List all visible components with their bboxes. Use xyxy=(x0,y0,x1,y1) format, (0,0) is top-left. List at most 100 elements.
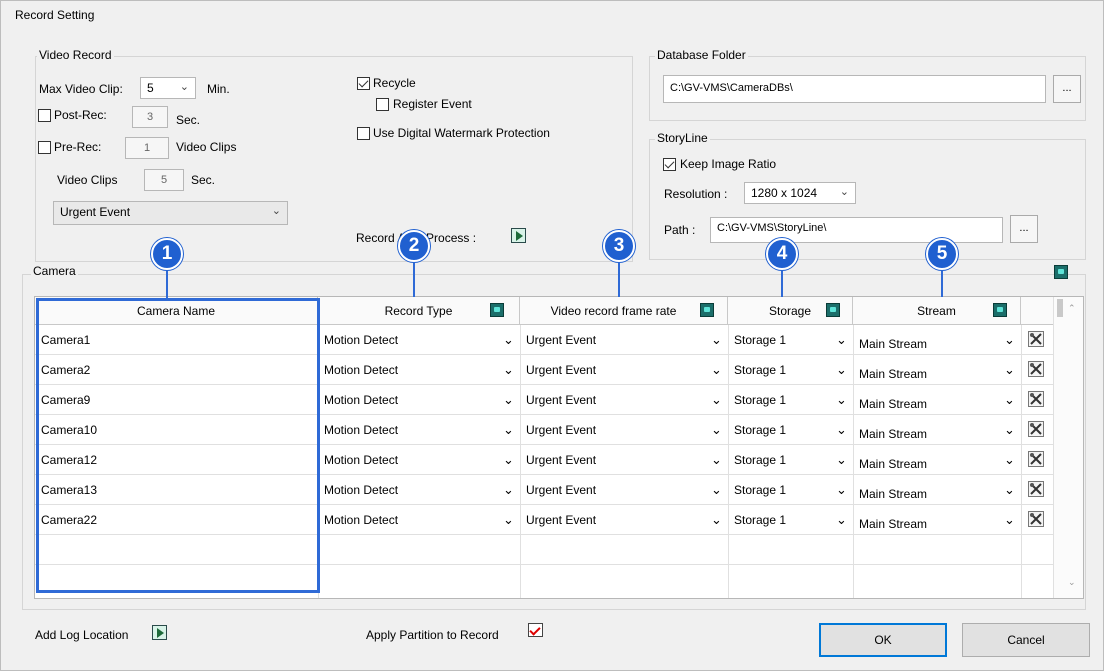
chevron-down-icon: ⌄ xyxy=(711,452,722,467)
tool-settings-icon[interactable] xyxy=(1028,421,1044,437)
video-record-group xyxy=(35,56,633,262)
storyline-path-input[interactable]: C:\GV-VMS\StoryLine\ xyxy=(710,217,1003,243)
badge-1: 1 xyxy=(151,238,183,270)
column-header-storage[interactable]: Storage xyxy=(728,297,853,325)
record-after-process-play-icon[interactable] xyxy=(511,228,526,243)
stream-select[interactable]: Main Stream xyxy=(853,445,1003,475)
storage-select[interactable]: Storage 1 xyxy=(728,355,828,385)
chevron-down-icon: ⌄ xyxy=(836,512,847,527)
record-type-select[interactable]: Motion Detect xyxy=(318,325,498,355)
video-record-group-label: Video Record xyxy=(37,48,114,62)
camera-settings-icon[interactable] xyxy=(1054,265,1068,279)
chevron-down-icon: ⌄ xyxy=(836,482,847,497)
database-folder-label: Database Folder xyxy=(655,48,748,62)
frame-rate-select[interactable]: Urgent Event xyxy=(520,475,700,505)
chevron-down-icon: ⌄ xyxy=(836,422,847,437)
register-event-checkbox[interactable] xyxy=(376,98,389,111)
storyline-browse-button[interactable]: ... xyxy=(1010,215,1038,243)
camera-group-label: Camera xyxy=(31,264,78,278)
cancel-button[interactable]: Cancel xyxy=(962,623,1090,657)
chevron-down-icon: ⌄ xyxy=(836,452,847,467)
record-type-header-label: Record Type xyxy=(384,304,453,318)
frame-rate-select[interactable]: Urgent Event xyxy=(520,445,700,475)
record-type-select[interactable]: Motion Detect xyxy=(318,475,498,505)
badge-3-connector xyxy=(618,263,620,297)
frame-rate-select[interactable]: Urgent Event xyxy=(520,325,700,355)
chevron-down-icon: ⌄ xyxy=(1004,482,1015,497)
record-type-select[interactable]: Motion Detect xyxy=(318,415,498,445)
stream-apply-icon[interactable] xyxy=(993,303,1007,317)
frame-rate-select[interactable]: Urgent Event xyxy=(520,505,700,535)
event-type-select[interactable]: Urgent Event ⌄ xyxy=(53,201,288,225)
storage-select[interactable]: Storage 1 xyxy=(728,385,828,415)
keep-image-ratio-checkbox[interactable] xyxy=(663,158,676,171)
pre-rec-checkbox[interactable] xyxy=(38,141,51,154)
post-rec-checkbox[interactable] xyxy=(38,109,51,122)
table-scrollbar[interactable]: ⌃ ⌄ xyxy=(1053,297,1083,598)
storage-header-label: Storage xyxy=(768,304,812,318)
tool-settings-icon[interactable] xyxy=(1028,391,1044,407)
tool-settings-icon[interactable] xyxy=(1028,481,1044,497)
apply-partition-label: Apply Partition to Record xyxy=(366,628,499,642)
resolution-label: Resolution : xyxy=(664,187,728,201)
record-type-apply-icon[interactable] xyxy=(490,303,504,317)
badge-2-connector xyxy=(413,263,415,297)
storage-select[interactable]: Storage 1 xyxy=(728,415,828,445)
keep-image-ratio-label: Keep Image Ratio xyxy=(680,157,777,171)
record-type-select[interactable]: Motion Detect xyxy=(318,355,498,385)
frame-rate-select[interactable]: Urgent Event xyxy=(520,355,700,385)
watermark-checkbox[interactable] xyxy=(357,127,370,140)
max-video-clip-select[interactable]: 5 ⌄ xyxy=(140,77,196,99)
tool-settings-icon[interactable] xyxy=(1028,331,1044,347)
storage-select[interactable]: Storage 1 xyxy=(728,445,828,475)
column-header-record-type[interactable]: Record Type xyxy=(318,297,520,325)
stream-select[interactable]: Main Stream xyxy=(853,325,1003,355)
add-log-location-play-icon[interactable] xyxy=(152,625,167,640)
stream-select[interactable]: Main Stream xyxy=(853,355,1003,385)
window-title: Record Setting xyxy=(15,8,95,22)
database-folder-path-input[interactable]: C:\GV-VMS\CameraDBs\ xyxy=(663,75,1046,103)
stream-select[interactable]: Main Stream xyxy=(853,385,1003,415)
database-folder-browse-button[interactable]: ... xyxy=(1053,75,1081,103)
pre-rec-input[interactable]: 1 xyxy=(125,137,169,159)
max-video-clip-unit: Min. xyxy=(207,82,230,96)
recycle-checkbox[interactable] xyxy=(357,77,370,90)
storage-select[interactable]: Storage 1 xyxy=(728,505,828,535)
scrollbar-thumb[interactable] xyxy=(1057,299,1063,317)
badge-5-connector xyxy=(941,271,943,297)
post-rec-unit: Sec. xyxy=(176,113,201,127)
frame-rate-select[interactable]: Urgent Event xyxy=(520,415,700,445)
pre-rec-label: Pre-Rec: xyxy=(54,140,102,154)
post-rec-input[interactable]: 3 xyxy=(132,106,168,128)
storage-select[interactable]: Storage 1 xyxy=(728,475,828,505)
chevron-down-icon: ⌄ xyxy=(503,482,514,497)
stream-select[interactable]: Main Stream xyxy=(853,505,1003,535)
resolution-select[interactable]: 1280 x 1024 ⌄ xyxy=(744,182,856,204)
frame-rate-select[interactable]: Urgent Event xyxy=(520,385,700,415)
stream-select[interactable]: Main Stream xyxy=(853,475,1003,505)
chevron-down-icon: ⌄ xyxy=(1004,452,1015,467)
storage-apply-icon[interactable] xyxy=(826,303,840,317)
ok-button[interactable]: OK xyxy=(819,623,947,657)
column-header-tool xyxy=(1021,297,1055,325)
stream-select[interactable]: Main Stream xyxy=(853,415,1003,445)
column-header-stream[interactable]: Stream xyxy=(853,297,1021,325)
chevron-down-icon: ⌄ xyxy=(179,81,189,93)
apply-partition-check-icon[interactable] xyxy=(528,623,543,637)
video-clips-input[interactable]: 5 xyxy=(144,169,184,191)
chevron-down-icon: ⌄ xyxy=(711,482,722,497)
tool-settings-icon[interactable] xyxy=(1028,451,1044,467)
scroll-up-icon[interactable]: ⌃ xyxy=(1068,303,1076,314)
badge-4: 4 xyxy=(766,238,798,270)
record-type-select[interactable]: Motion Detect xyxy=(318,505,498,535)
record-setting-dialog: Record Setting Video Record Max Video Cl… xyxy=(0,0,1104,671)
tool-settings-icon[interactable] xyxy=(1028,361,1044,377)
scroll-down-icon[interactable]: ⌄ xyxy=(1068,577,1076,588)
record-type-select[interactable]: Motion Detect xyxy=(318,445,498,475)
record-type-select[interactable]: Motion Detect xyxy=(318,385,498,415)
column-header-frame-rate[interactable]: Video record frame rate xyxy=(520,297,728,325)
frame-rate-apply-icon[interactable] xyxy=(700,303,714,317)
tool-settings-icon[interactable] xyxy=(1028,511,1044,527)
chevron-down-icon: ⌄ xyxy=(839,186,849,198)
storage-select[interactable]: Storage 1 xyxy=(728,325,828,355)
